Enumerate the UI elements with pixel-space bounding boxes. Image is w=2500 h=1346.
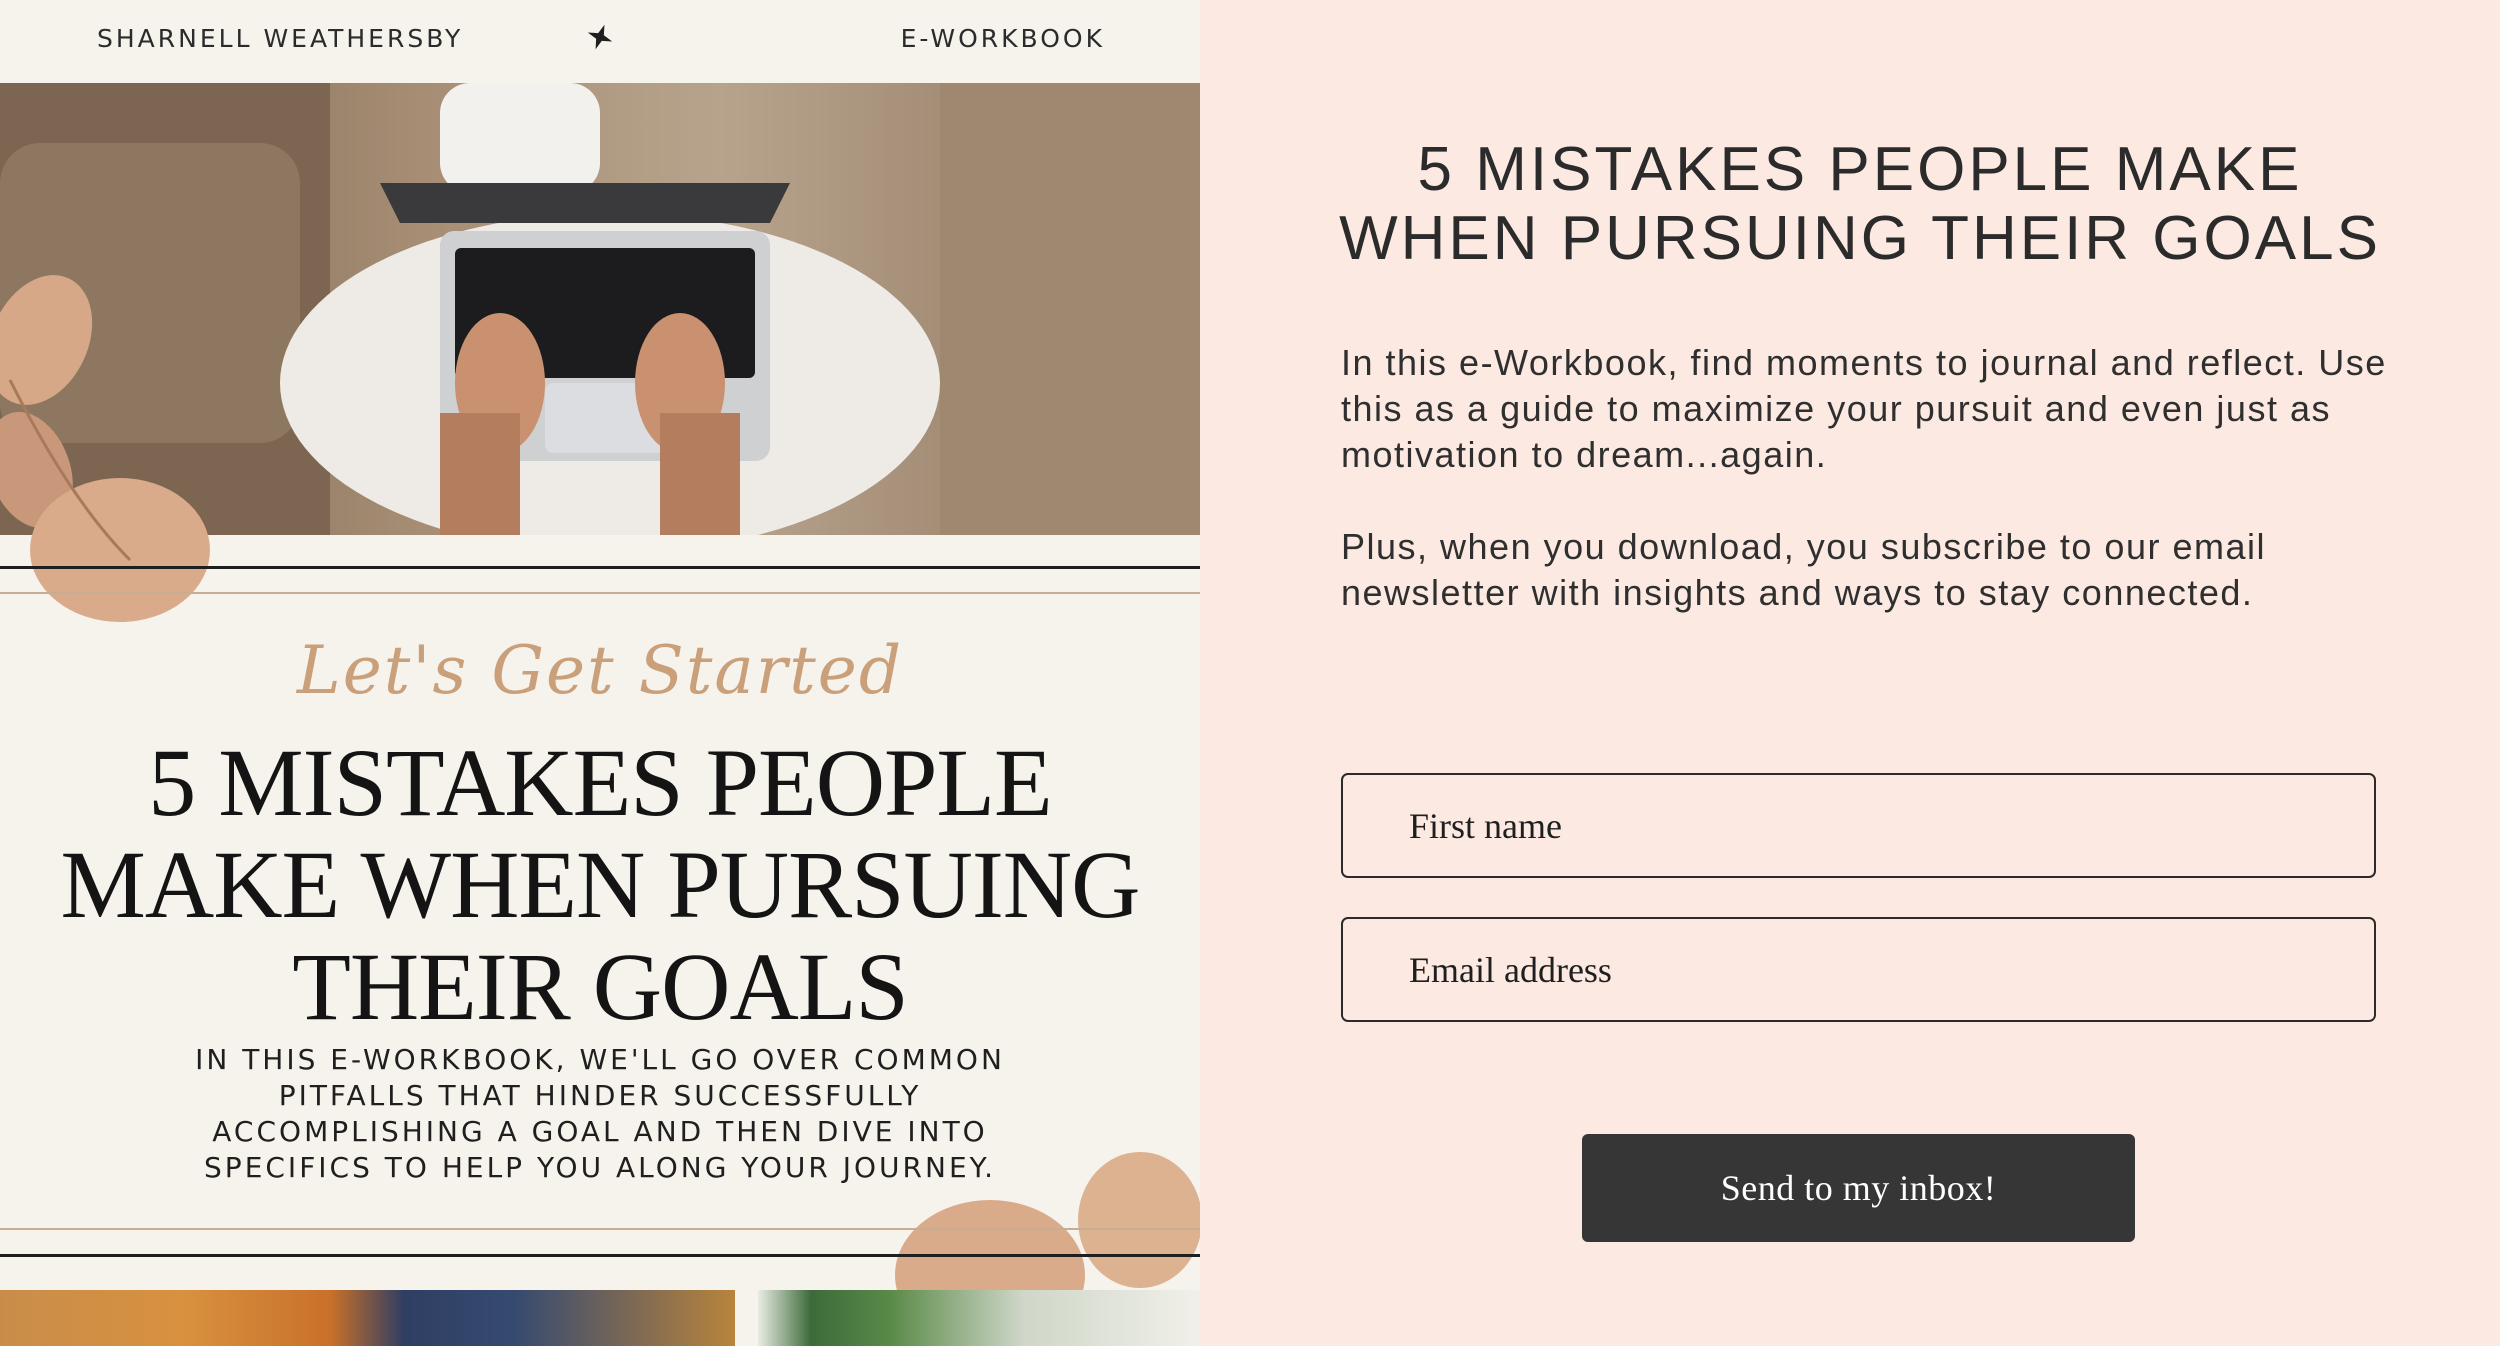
send-to-inbox-button[interactable]: Send to my inbox! [1582,1134,2135,1242]
bottom-photo-people [0,1290,735,1346]
form-description: In this e-Workbook, find moments to jour… [1341,342,2387,475]
eucalyptus-leaf-top-left [0,275,210,622]
author-name: SHARNELL WEATHERSBY [97,24,464,53]
cover-title-line: MAKE WHEN PURSUING [60,831,1141,938]
form-title: 5 MISTAKES PEOPLE MAKE WHEN PURSUING THE… [1330,135,2390,273]
cover-subtitle-line: IN THIS E-WORKBOOK, WE'LL GO OVER COMMON [195,1043,1005,1076]
cover-title-line: 5 MISTAKES PEOPLE [148,729,1052,836]
signup-form-panel: 5 MISTAKES PEOPLE MAKE WHEN PURSUING THE… [1200,0,2500,1346]
book-type-label: E-WORKBOOK [900,24,1105,53]
first-name-input[interactable] [1341,773,2376,878]
form-title-line: 5 MISTAKES PEOPLE MAKE [1417,135,2303,204]
bottom-photo-plants [758,1290,1200,1346]
cover-subtitle-line: ACCOMPLISHING A GOAL AND THEN DIVE INTO [212,1115,988,1148]
cover-subtitle: IN THIS E-WORKBOOK, WE'LL GO OVER COMMON… [150,1042,1050,1186]
four-point-star-icon [587,24,613,50]
form-title-line: WHEN PURSUING THEIR GOALS [1339,204,2381,273]
divider-rule [0,1254,1200,1257]
divider-rule [0,1228,1200,1230]
cover-subtitle-line: SPECIFICS TO HELP YOU ALONG YOUR JOURNEY… [204,1151,996,1184]
workbook-cover-image: SHARNELL WEATHERSBY E-WORKBOOK Let's Get… [0,0,1200,1346]
cover-title: 5 MISTAKES PEOPLE MAKE WHEN PURSUING THE… [60,729,1141,1040]
divider-rule [0,592,1200,594]
lets-get-started-script: Let's Get Started [296,632,904,709]
email-address-input[interactable] [1341,917,2376,1022]
divider-rule [0,566,1200,569]
form-description-newsletter: Plus, when you download, you subscribe t… [1341,526,2266,613]
cover-subtitle-line: PITFALLS THAT HINDER SUCCESSFULLY [278,1079,922,1112]
cover-title-line: THEIR GOALS [292,933,909,1040]
cover-header: SHARNELL WEATHERSBY E-WORKBOOK [0,0,1200,83]
